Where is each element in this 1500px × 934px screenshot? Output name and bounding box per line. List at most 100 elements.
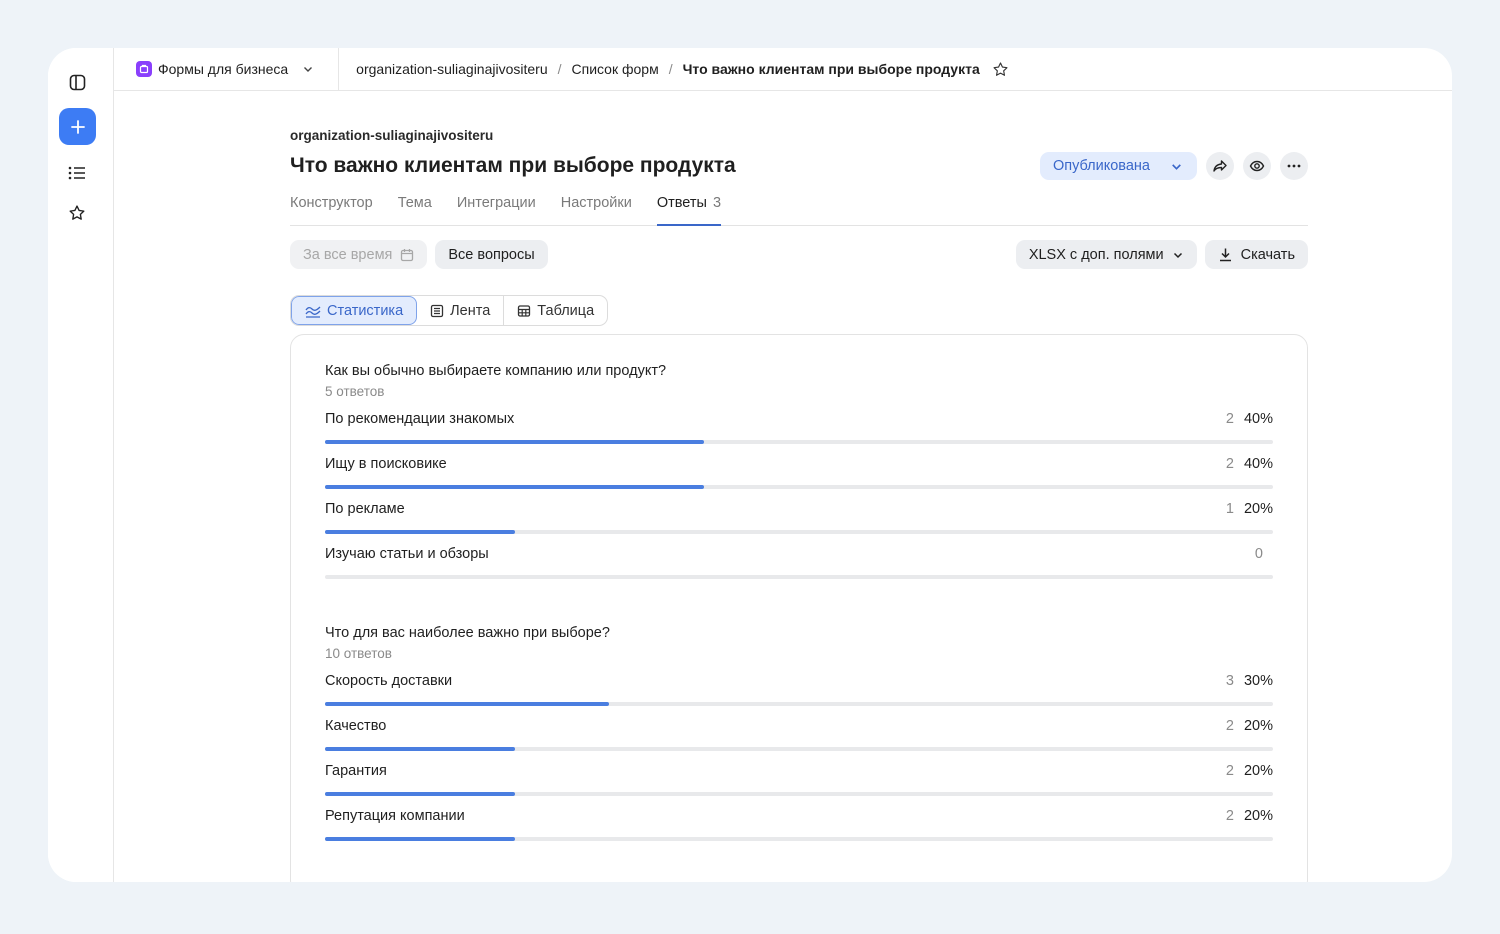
option-count: 2 (1225, 763, 1234, 779)
tab-answers[interactable]: Ответы 3 (656, 193, 722, 226)
view-statistics[interactable]: Статистика (291, 296, 418, 325)
option-label: По рекомендации знакомых (325, 411, 515, 427)
filters-row: За все время Все вопросы XLSX с доп. пол… (290, 240, 1308, 269)
top-bar: Формы для бизнеса organization-suliagina… (114, 48, 1452, 91)
answer-option: По рекомендации знакомых 2 40% (325, 411, 1273, 444)
favorites-star-icon[interactable] (61, 197, 93, 229)
question-answers-count: 10 ответов (325, 646, 392, 661)
question-block: Что для вас наиболее важно при выборе? 1… (325, 625, 1273, 841)
option-percent: 40% (1243, 411, 1273, 427)
chevron-down-icon (302, 63, 314, 75)
download-button[interactable]: Скачать (1204, 240, 1308, 269)
feed-icon (430, 304, 444, 318)
download-label: Скачать (1240, 246, 1295, 263)
option-bar-track (325, 747, 1273, 751)
view-feed[interactable]: Лента (417, 296, 505, 325)
org-name: organization-suliaginajivositeru (290, 128, 494, 143)
option-bar-track (325, 485, 1273, 489)
breadcrumb-org[interactable]: organization-suliaginajivositeru (356, 61, 547, 77)
export-format-select[interactable]: XLSX с доп. полями (1015, 240, 1197, 269)
option-percent: 20% (1243, 808, 1273, 824)
answer-option: Ищу в поисковике 2 40% (325, 456, 1273, 489)
tab-answers-count: 3 (712, 195, 722, 211)
option-percent: 30% (1243, 673, 1273, 689)
share-icon (1212, 158, 1228, 174)
option-label: Скорость доставки (325, 673, 453, 689)
sidebar-toggle-icon[interactable] (61, 66, 93, 98)
create-button[interactable] (59, 108, 96, 145)
table-icon (517, 304, 531, 318)
tab-integrations[interactable]: Интеграции (457, 193, 536, 226)
tab-answers-label: Ответы (656, 195, 707, 211)
option-label: Качество (325, 718, 387, 734)
option-label: По рекламе (325, 501, 405, 517)
option-bar-track (325, 440, 1273, 444)
option-bar-fill (325, 792, 515, 796)
option-count: 2 (1225, 456, 1234, 472)
option-percent: 20% (1243, 763, 1273, 779)
view-switcher: Статистика Лента Таблица (290, 295, 609, 326)
option-count: 2 (1225, 411, 1234, 427)
tab-theme[interactable]: Тема (398, 193, 432, 226)
tab-constructor[interactable]: Конструктор (290, 193, 373, 226)
answer-option: Качество 2 20% (325, 718, 1273, 751)
option-percent: 20% (1243, 501, 1273, 517)
option-count: 0 (1254, 546, 1263, 562)
option-bar-fill (325, 702, 610, 706)
product-label: Формы для бизнеса (158, 61, 289, 77)
option-count: 1 (1225, 501, 1234, 517)
option-bar-track (325, 702, 1273, 706)
option-bar-track (325, 530, 1273, 534)
statistics-card: Как вы обычно выбираете компанию или про… (290, 334, 1308, 882)
view-table[interactable]: Таблица (504, 296, 607, 325)
preview-button[interactable] (1243, 152, 1271, 180)
option-label: Репутация компании (325, 808, 465, 824)
answer-option: Гарантия 2 20% (325, 763, 1273, 796)
option-bar-fill (325, 837, 515, 841)
option-bar-fill (325, 440, 705, 444)
app-window: Формы для бизнеса organization-suliagina… (48, 48, 1452, 882)
left-rail (48, 48, 114, 882)
breadcrumb-current: Что важно клиентам при выборе продукта (682, 61, 980, 77)
option-label: Изучаю статьи и обзоры (325, 546, 489, 562)
option-bar-fill (325, 485, 705, 489)
option-count: 2 (1225, 808, 1234, 824)
download-icon (1218, 247, 1233, 262)
answer-option: Скорость доставки 3 30% (325, 673, 1273, 706)
period-filter[interactable]: За все время (290, 240, 428, 269)
main-content: organization-suliaginajivositeru Что важ… (290, 128, 1308, 882)
option-percent: 40% (1243, 456, 1273, 472)
share-button[interactable] (1206, 152, 1234, 180)
option-bar-track (325, 837, 1273, 841)
answer-option: По рекламе 1 20% (325, 501, 1273, 534)
period-label: За все время (303, 246, 393, 263)
forms-logo-icon (136, 61, 152, 77)
star-icon[interactable] (992, 61, 1009, 78)
export-format-label: XLSX с доп. полями (1028, 246, 1164, 263)
question-title: Что для вас наиболее важно при выборе? (325, 625, 610, 641)
option-bar-track (325, 575, 1273, 579)
breadcrumb-forms-list[interactable]: Список форм (572, 61, 659, 77)
publish-status-button[interactable]: Опубликована (1039, 152, 1197, 180)
chevron-down-icon (1172, 249, 1184, 261)
option-count: 3 (1225, 673, 1234, 689)
more-dots-icon (1287, 164, 1301, 168)
answer-option: Изучаю статьи и обзоры 0 (325, 546, 1273, 579)
list-icon[interactable] (61, 157, 93, 189)
chevron-down-icon (1170, 160, 1183, 173)
form-tabs: Конструктор Тема Интеграции Настройки От… (290, 193, 1308, 226)
breadcrumb: organization-suliaginajivositeru / Списо… (339, 61, 1009, 78)
question-block: Как вы обычно выбираете компанию или про… (325, 363, 1273, 579)
more-button[interactable] (1280, 152, 1308, 180)
tab-settings[interactable]: Настройки (561, 193, 632, 226)
eye-icon (1249, 158, 1265, 174)
questions-filter[interactable]: Все вопросы (435, 240, 548, 269)
view-table-label: Таблица (537, 302, 595, 319)
chart-lines-icon (305, 304, 321, 318)
question-title: Как вы обычно выбираете компанию или про… (325, 363, 667, 379)
product-switcher[interactable]: Формы для бизнеса (114, 48, 340, 91)
option-count: 2 (1225, 718, 1234, 734)
option-bar-fill (325, 530, 515, 534)
answer-option: Репутация компании 2 20% (325, 808, 1273, 841)
status-label: Опубликована (1052, 158, 1150, 174)
